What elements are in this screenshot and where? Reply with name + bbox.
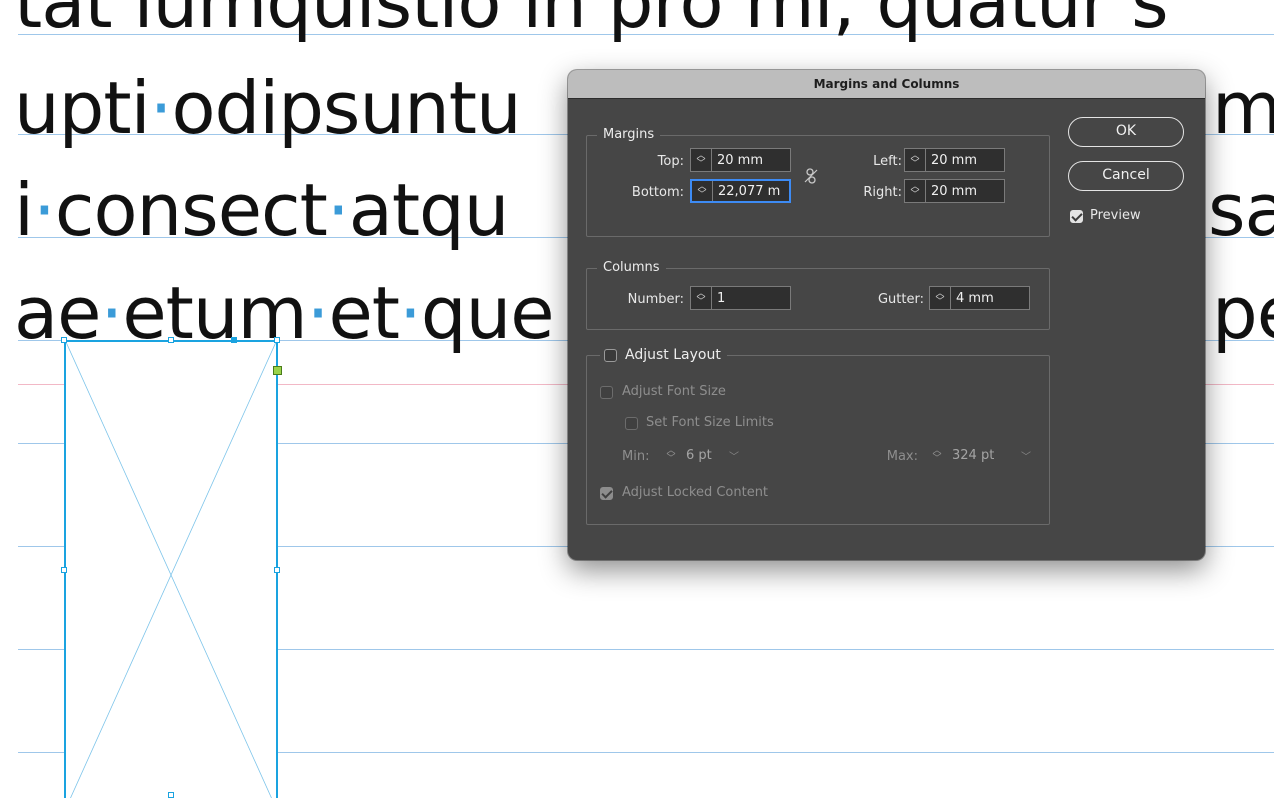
frame-handle-bottom-center[interactable] — [168, 792, 174, 798]
stepper-icon[interactable]: ︿ ﹀ — [661, 444, 681, 466]
preview-checkbox[interactable] — [1070, 210, 1083, 223]
text-line-3[interactable]: i·consect·atqu — [14, 174, 509, 246]
left-label: Left: — [873, 154, 902, 169]
text-span: upti — [14, 66, 151, 150]
stepper-icon[interactable]: ︿ ﹀ — [930, 287, 951, 309]
ok-button[interactable]: OK — [1068, 117, 1184, 147]
space-marker: · — [326, 168, 350, 252]
stepper-icon[interactable]: ︿ ﹀ — [905, 180, 926, 202]
bottom-margin-value[interactable]: 22,077 m — [713, 183, 781, 199]
space-marker: · — [399, 271, 422, 355]
frame-content-indicator[interactable] — [273, 366, 282, 375]
chevron-down-icon[interactable]: ﹀ — [729, 448, 739, 463]
margins-and-columns-dialog: Margins and Columns Margins Top: ︿ ﹀ 20 m… — [568, 70, 1205, 560]
text-span: atqu — [348, 168, 510, 252]
space-marker: · — [33, 168, 56, 252]
top-margin-value[interactable]: 20 mm — [712, 153, 763, 168]
min-label: Min: — [622, 449, 650, 464]
text-span: et — [328, 271, 401, 355]
preview-label: Preview — [1090, 208, 1141, 223]
max-font-size-select[interactable]: ︿ ﹀ 324 pt ﹀ — [926, 443, 1038, 467]
adjust-layout-toggle[interactable]: Adjust Layout — [600, 345, 727, 365]
text-span: m — [1212, 66, 1274, 150]
left-margin-field[interactable]: ︿ ﹀ 20 mm — [904, 148, 1005, 172]
adjust-locked-content-label: Adjust Locked Content — [622, 485, 769, 500]
right-margin-value[interactable]: 20 mm — [926, 184, 977, 199]
frame-handle-left-middle[interactable] — [61, 567, 67, 573]
text-line-4[interactable]: ae·etum·et·que — [14, 277, 555, 349]
text-span: pe — [1212, 271, 1274, 355]
columns-group-label: Columns — [597, 260, 666, 275]
set-font-size-limits-label: Set Font Size Limits — [646, 415, 774, 430]
text-span: sa — [1208, 168, 1274, 252]
stepper-icon[interactable]: ︿ ﹀ — [692, 181, 713, 201]
min-font-size-select[interactable]: ︿ ﹀ 6 pt ﹀ — [660, 443, 746, 467]
stepper-icon[interactable]: ︿ ﹀ — [905, 149, 926, 171]
frame-handle-right-middle[interactable] — [274, 567, 280, 573]
text-span: que — [420, 271, 555, 355]
columns-number-field[interactable]: ︿ ﹀ 1 — [690, 286, 791, 310]
dialog-title[interactable]: Margins and Columns — [568, 70, 1205, 99]
set-font-size-limits-checkbox[interactable] — [625, 417, 638, 430]
text-line-3-right[interactable]: sa — [1208, 174, 1274, 246]
chevron-down-icon[interactable]: ﹀ — [1021, 448, 1031, 463]
text-line-2[interactable]: upti·odipsuntu — [14, 72, 522, 144]
text-span: tat iumquistio in pro mi, quatur s — [14, 0, 1169, 44]
adjust-layout-label: Adjust Layout — [625, 347, 721, 363]
gutter-label: Gutter: — [877, 292, 924, 307]
text-line-2-right[interactable]: m· — [1212, 72, 1274, 144]
right-margin-field[interactable]: ︿ ﹀ 20 mm — [904, 179, 1005, 203]
max-label: Max: — [886, 449, 918, 464]
graphic-frame-selected[interactable] — [64, 340, 278, 798]
top-margin-field[interactable]: ︿ ﹀ 20 mm — [690, 148, 791, 172]
stepper-icon[interactable]: ︿ ﹀ — [691, 149, 712, 171]
space-marker: · — [149, 66, 173, 150]
left-margin-value[interactable]: 20 mm — [926, 153, 977, 168]
unlink-chain-icon[interactable] — [804, 168, 818, 188]
frame-handle-top-left[interactable] — [61, 337, 67, 343]
frame-handle-top-center[interactable] — [168, 337, 174, 343]
right-label: Right: — [863, 185, 902, 200]
bottom-label: Bottom: — [631, 185, 684, 200]
top-label: Top: — [657, 154, 684, 169]
columns-number-value[interactable]: 1 — [712, 291, 725, 306]
adjust-font-size-checkbox[interactable] — [600, 386, 613, 399]
adjust-font-size-label: Adjust Font Size — [622, 384, 726, 399]
gutter-field[interactable]: ︿ ﹀ 4 mm — [929, 286, 1030, 310]
empty-frame-cross — [66, 342, 276, 798]
gutter-value[interactable]: 4 mm — [951, 291, 994, 306]
max-font-size-value[interactable]: 324 pt — [947, 448, 994, 463]
bottom-margin-field[interactable]: ︿ ﹀ 22,077 m — [690, 179, 791, 203]
text-span: odipsuntu — [171, 66, 521, 150]
number-label: Number: — [627, 292, 684, 307]
stepper-icon[interactable]: ︿ ﹀ — [927, 444, 947, 466]
margins-group-label: Margins — [597, 127, 661, 142]
text-line-4-right[interactable]: pe — [1212, 277, 1274, 349]
adjust-locked-content-checkbox[interactable] — [600, 487, 613, 500]
stepper-icon[interactable]: ︿ ﹀ — [691, 287, 712, 309]
text-line-1[interactable]: tat iumquistio in pro mi, quatur s — [14, 0, 1169, 38]
frame-handle-top-right[interactable] — [274, 337, 280, 343]
cancel-button[interactable]: Cancel — [1068, 161, 1184, 191]
text-span: i — [14, 168, 34, 252]
space-marker: · — [306, 271, 330, 355]
adjust-layout-checkbox[interactable] — [604, 348, 617, 362]
frame-handle-top[interactable] — [231, 337, 237, 343]
text-span: consect — [54, 168, 328, 252]
min-font-size-value[interactable]: 6 pt — [681, 448, 712, 463]
